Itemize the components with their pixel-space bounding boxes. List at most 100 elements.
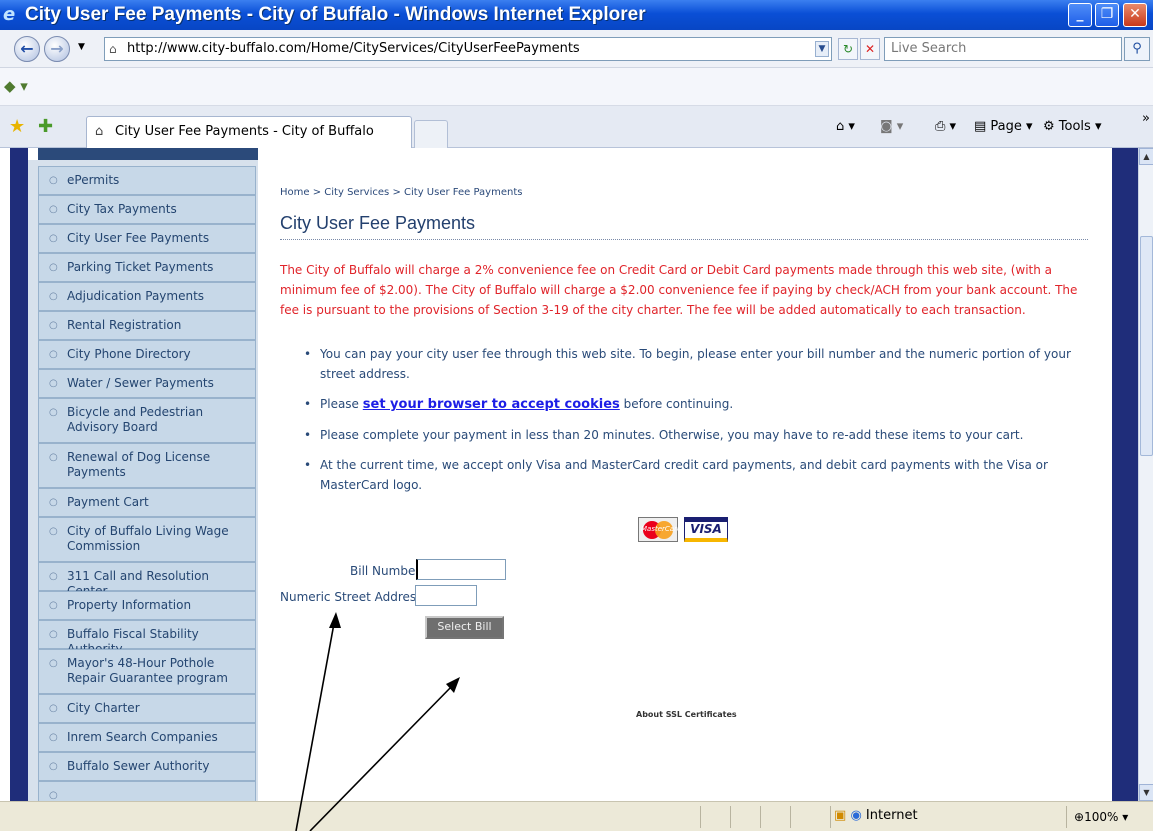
favorites-star-icon[interactable]: ★ [9, 116, 25, 137]
favorites-toolbar-icon[interactable]: ◆ ▾ [4, 77, 28, 95]
sidebar-item-partial[interactable] [38, 781, 256, 801]
stop-button[interactable]: ✕ [860, 38, 880, 60]
page-icon: ▤ [974, 119, 991, 134]
sidebar-item-label: ePermits [67, 173, 120, 187]
sidebar-item-label: Parking Ticket Payments [67, 260, 214, 274]
new-tab-button[interactable] [414, 120, 448, 148]
sidebar-item-epermits[interactable]: ePermits [38, 166, 256, 195]
zoom-icon: ⊕ [1074, 810, 1085, 824]
sidebar-item-label: Buffalo Sewer Authority [67, 759, 210, 773]
globe-icon: ◉ [850, 808, 862, 823]
sidebar-item-living-wage[interactable]: City of Buffalo Living Wage Commission [38, 517, 256, 562]
select-bill-button[interactable]: Select Bill [425, 616, 504, 639]
zoom-control[interactable]: ⊕100% ▾ [1074, 810, 1128, 824]
sidebar-item-bicycle[interactable]: Bicycle and Pedestrian Advisory Board [38, 398, 256, 443]
page-menu[interactable]: ▤ Page ▾ [974, 119, 1033, 134]
sidebar-item-label: Renewal of Dog License Payments [67, 450, 211, 479]
chevron-more-icon[interactable]: » [1142, 111, 1150, 126]
tab-bar: ★ ✚ ⌂ City User Fee Payments - City of B… [0, 106, 1153, 148]
bill-number-field[interactable] [416, 559, 506, 580]
tab-active[interactable]: ⌂ City User Fee Payments - City of Buffa… [86, 116, 412, 148]
sidebar-item-311[interactable]: 311 Call and Resolution Center [38, 562, 256, 598]
address-toolbar: ← → ▼ ⌂ http://www.city-buffalo.com/Home… [0, 30, 1153, 68]
visa-logo: VISA [684, 517, 728, 542]
scroll-thumb[interactable] [1140, 236, 1153, 456]
search-icon[interactable]: ⚲ [1124, 37, 1150, 61]
breadcrumb-separator: > [312, 187, 322, 198]
sidebar-item-city-tax[interactable]: City Tax Payments [38, 195, 256, 224]
sidebar-item-label: Payment Cart [67, 495, 149, 509]
cookies-link[interactable]: set your browser to accept cookies [363, 397, 620, 412]
sidebar-item-phone[interactable]: City Phone Directory [38, 340, 256, 369]
sidebar-item-label: City Tax Payments [67, 202, 177, 216]
breadcrumb: Home > City Services > City User Fee Pay… [280, 187, 522, 198]
status-separator [790, 806, 791, 828]
status-separator [730, 806, 731, 828]
window-title: City User Fee Payments - City of Buffalo… [25, 4, 646, 25]
sidebar-item-charter[interactable]: City Charter [38, 694, 256, 723]
page-left-border [10, 148, 28, 801]
list-item: At the current time, we accept only Visa… [302, 455, 1082, 495]
list-item: You can pay your city user fee through t… [302, 344, 1082, 384]
sidebar-item-inrem[interactable]: Inrem Search Companies [38, 723, 256, 752]
sidebar-item-label: Adjudication Payments [67, 289, 205, 303]
sidebar-item-parking[interactable]: Parking Ticket Payments [38, 253, 256, 282]
sidebar-item-rental[interactable]: Rental Registration [38, 311, 256, 340]
home-icon[interactable]: ⌂ ▾ [836, 119, 855, 134]
breadcrumb-separator: > [392, 187, 401, 198]
sidebar-item-label: Inrem Search Companies [67, 730, 218, 744]
status-separator [760, 806, 761, 828]
status-separator [1066, 806, 1067, 828]
back-button[interactable]: ← [14, 36, 40, 62]
refresh-button[interactable]: ↻ [838, 38, 858, 60]
sidebar-item-label: City of Buffalo Living Wage Commission [67, 524, 229, 553]
close-button[interactable]: ✕ [1123, 3, 1147, 27]
sidebar-item-sewer[interactable]: Buffalo Sewer Authority [38, 752, 256, 781]
tab-label: City User Fee Payments - City of Buffalo [115, 124, 374, 139]
mastercard-logo-text: MasterCard [641, 525, 682, 533]
tools-menu-label: Tools [1058, 119, 1091, 134]
page-right-border [1112, 148, 1138, 801]
mastercard-logo: MasterCard [638, 517, 682, 542]
zone-label: Internet [865, 808, 918, 823]
sidebar-item-water[interactable]: Water / Sewer Payments [38, 369, 256, 398]
title-bar: e City User Fee Payments - City of Buffa… [0, 0, 1153, 30]
breadcrumb-services-link[interactable]: City Services [324, 187, 389, 198]
sidebar-item-adjudication[interactable]: Adjudication Payments [38, 282, 256, 311]
feeds-icon[interactable]: ◙ ▾ [880, 119, 903, 134]
sidebar-item-fiscal[interactable]: Buffalo Fiscal Stability Authority [38, 620, 256, 656]
address-field[interactable]: ⌂ http://www.city-buffalo.com/Home/CityS… [104, 37, 832, 61]
scroll-up-icon[interactable]: ▲ [1139, 148, 1153, 165]
sidebar-item-label: City User Fee Payments [67, 231, 210, 245]
page-favicon-icon: ⌂ [109, 42, 117, 56]
sidebar-item-label: Bicycle and Pedestrian Advisory Board [67, 405, 204, 434]
page-favicon-icon: ⌂ [95, 124, 104, 139]
tools-menu[interactable]: ⚙ Tools ▾ [1043, 119, 1102, 134]
print-icon[interactable]: ⎙ ▾ [935, 119, 956, 134]
sidebar-item-pothole[interactable]: Mayor's 48-Hour Pothole Repair Guarantee… [38, 649, 256, 694]
street-address-label: Numeric Street Address: [280, 590, 427, 604]
ssl-certificates-link[interactable]: About SSL Certificates [636, 710, 737, 719]
address-dropdown-icon[interactable]: ▼ [815, 41, 829, 57]
sidebar-item-cart[interactable]: Payment Cart [38, 488, 256, 517]
ie-logo-icon: e [3, 4, 16, 25]
main-content: Home > City Services > City User Fee Pay… [258, 148, 1112, 801]
sidebar-item-label: Mayor's 48-Hour Pothole Repair Guarantee… [67, 656, 228, 685]
sidebar-item-dog-license[interactable]: Renewal of Dog License Payments [38, 443, 256, 488]
vertical-scrollbar[interactable]: ▲ ▼ [1138, 148, 1153, 801]
security-zone[interactable]: ▣ ◉ Internet [834, 808, 918, 823]
history-dropdown-icon[interactable]: ▼ [78, 42, 85, 52]
search-input[interactable]: Live Search [884, 37, 1122, 61]
url-text: http://www.city-buffalo.com/Home/CitySer… [127, 41, 580, 56]
add-favorites-icon[interactable]: ✚ [38, 116, 53, 137]
breadcrumb-home-link[interactable]: Home [280, 187, 310, 198]
street-address-field[interactable] [415, 585, 477, 606]
forward-button[interactable]: → [44, 36, 70, 62]
minimize-button[interactable]: _ [1068, 3, 1092, 27]
cookie-text-pre: Please [320, 397, 363, 411]
zoom-level: 100% [1084, 810, 1119, 824]
maximize-button[interactable]: ❐ [1095, 3, 1119, 27]
scroll-down-icon[interactable]: ▼ [1139, 784, 1153, 801]
sidebar-item-property[interactable]: Property Information [38, 591, 256, 620]
sidebar-item-user-fee[interactable]: City User Fee Payments [38, 224, 256, 253]
